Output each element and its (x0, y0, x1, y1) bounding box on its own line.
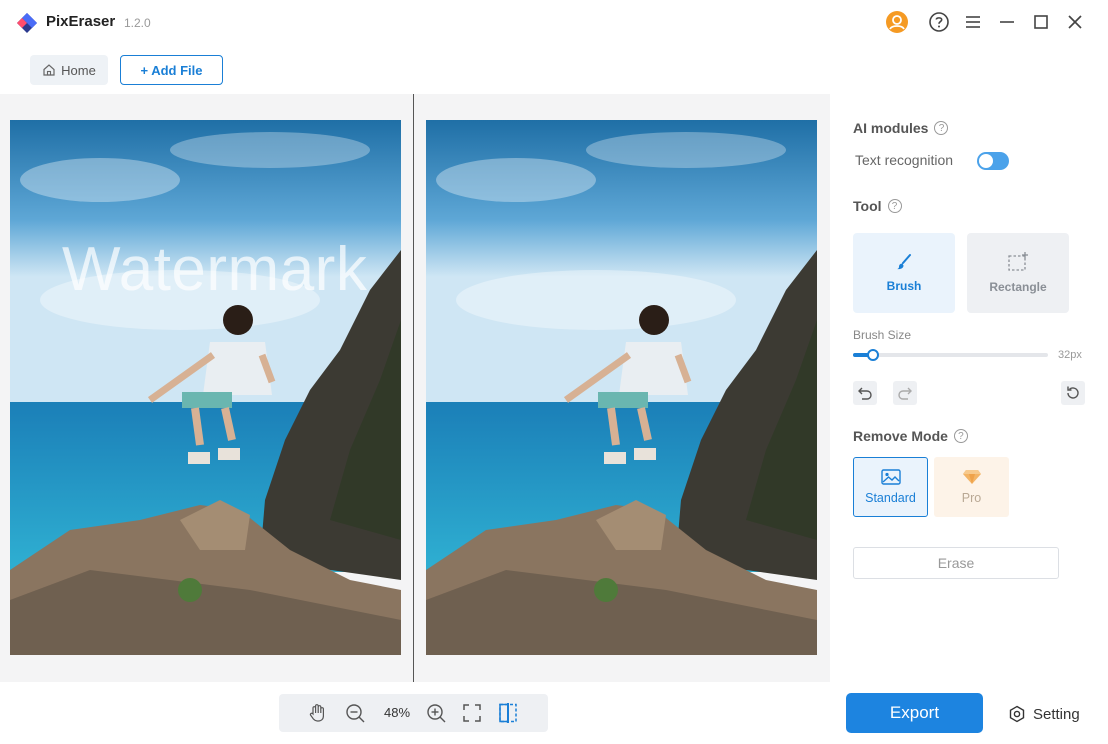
brush-label: Brush (886, 279, 922, 293)
zoom-out-icon (346, 704, 365, 723)
setting-label: Setting (1033, 705, 1080, 723)
ai-modules-heading: AI modules ? (853, 120, 949, 136)
zoom-in-button[interactable] (424, 701, 448, 725)
zoom-out-button[interactable] (343, 701, 367, 725)
app-window: PixEraser 1.2.0 Home + Add File Watermar… (0, 0, 1108, 744)
add-file-button[interactable]: + Add File (120, 55, 223, 85)
menu-icon (966, 16, 980, 28)
split-view-icon (499, 703, 517, 723)
maximize-icon (1034, 15, 1048, 29)
home-button[interactable]: Home (30, 55, 108, 85)
minimize-button[interactable] (995, 10, 1019, 34)
app-name: PixEraser (46, 13, 116, 30)
remove-mode-heading: Remove Mode ? (853, 428, 968, 444)
standard-label: Standard (865, 491, 916, 505)
zoom-in-icon (427, 704, 446, 723)
settings-icon (1009, 705, 1025, 723)
tool-heading: Tool ? (853, 198, 902, 214)
reset-button[interactable] (1061, 381, 1085, 405)
app-version: 1.2.0 (124, 16, 151, 30)
redo-icon (898, 387, 912, 400)
ai-modules-label: AI modules (853, 120, 929, 136)
rectangle-select-icon (1008, 252, 1028, 271)
image-canvas[interactable]: Watermark (0, 94, 830, 682)
account-button[interactable] (885, 10, 909, 34)
diamond-icon (962, 470, 981, 484)
result-image (426, 120, 817, 655)
pro-mode-button[interactable]: Pro (934, 457, 1009, 517)
close-button[interactable] (1063, 10, 1087, 34)
home-icon (43, 64, 55, 76)
reset-icon (1067, 386, 1079, 399)
menu-button[interactable] (961, 10, 985, 34)
help-icon[interactable]: ? (953, 429, 968, 443)
setting-button[interactable]: Setting (1008, 703, 1080, 725)
text-recognition-label: Text recognition (855, 152, 954, 168)
compare-view-button[interactable] (496, 701, 520, 725)
zoom-level: 48% (383, 705, 411, 720)
hand-icon (309, 704, 324, 722)
rectangle-label: Rectangle (989, 280, 1047, 294)
close-icon (1068, 15, 1082, 29)
brush-icon (897, 254, 911, 270)
text-recognition-toggle[interactable] (977, 152, 1009, 170)
watermark-text: Watermark (62, 235, 368, 304)
help-icon[interactable]: ? (887, 199, 902, 213)
pro-label: Pro (961, 491, 982, 505)
brush-size-value: 32px (1058, 349, 1082, 361)
tool-label: Tool (853, 198, 882, 214)
app-logo-icon (17, 13, 37, 33)
brush-size-label: Brush Size (853, 328, 912, 342)
slider-handle[interactable] (867, 349, 879, 361)
redo-button[interactable] (893, 381, 917, 405)
title-bar: PixEraser 1.2.0 (0, 0, 1108, 44)
brush-tool-button[interactable]: Brush (853, 233, 955, 313)
brush-size-slider[interactable] (853, 349, 1048, 361)
compare-divider[interactable] (413, 94, 414, 682)
home-label: Home (61, 62, 96, 78)
image-icon (880, 469, 901, 485)
toggle-knob (979, 154, 993, 168)
undo-icon (858, 387, 872, 400)
help-button[interactable] (927, 10, 951, 34)
original-image: Watermark (10, 120, 401, 655)
remove-mode-label: Remove Mode (853, 428, 948, 444)
minimize-icon (1000, 21, 1014, 23)
help-icon (929, 12, 949, 32)
export-button[interactable]: Export (846, 693, 983, 733)
standard-mode-button[interactable]: Standard (853, 457, 928, 517)
rectangle-tool-button[interactable]: Rectangle (967, 233, 1069, 313)
erase-button[interactable]: Erase (853, 547, 1059, 579)
account-icon (886, 11, 908, 33)
help-icon[interactable]: ? (934, 121, 949, 135)
fit-screen-button[interactable] (460, 701, 484, 725)
pan-button[interactable] (306, 701, 330, 725)
original-photo (10, 120, 401, 655)
fullscreen-icon (463, 704, 481, 722)
undo-button[interactable] (853, 381, 877, 405)
maximize-button[interactable] (1029, 10, 1053, 34)
result-photo (426, 120, 817, 655)
zoom-toolbar: 48% (279, 694, 548, 732)
